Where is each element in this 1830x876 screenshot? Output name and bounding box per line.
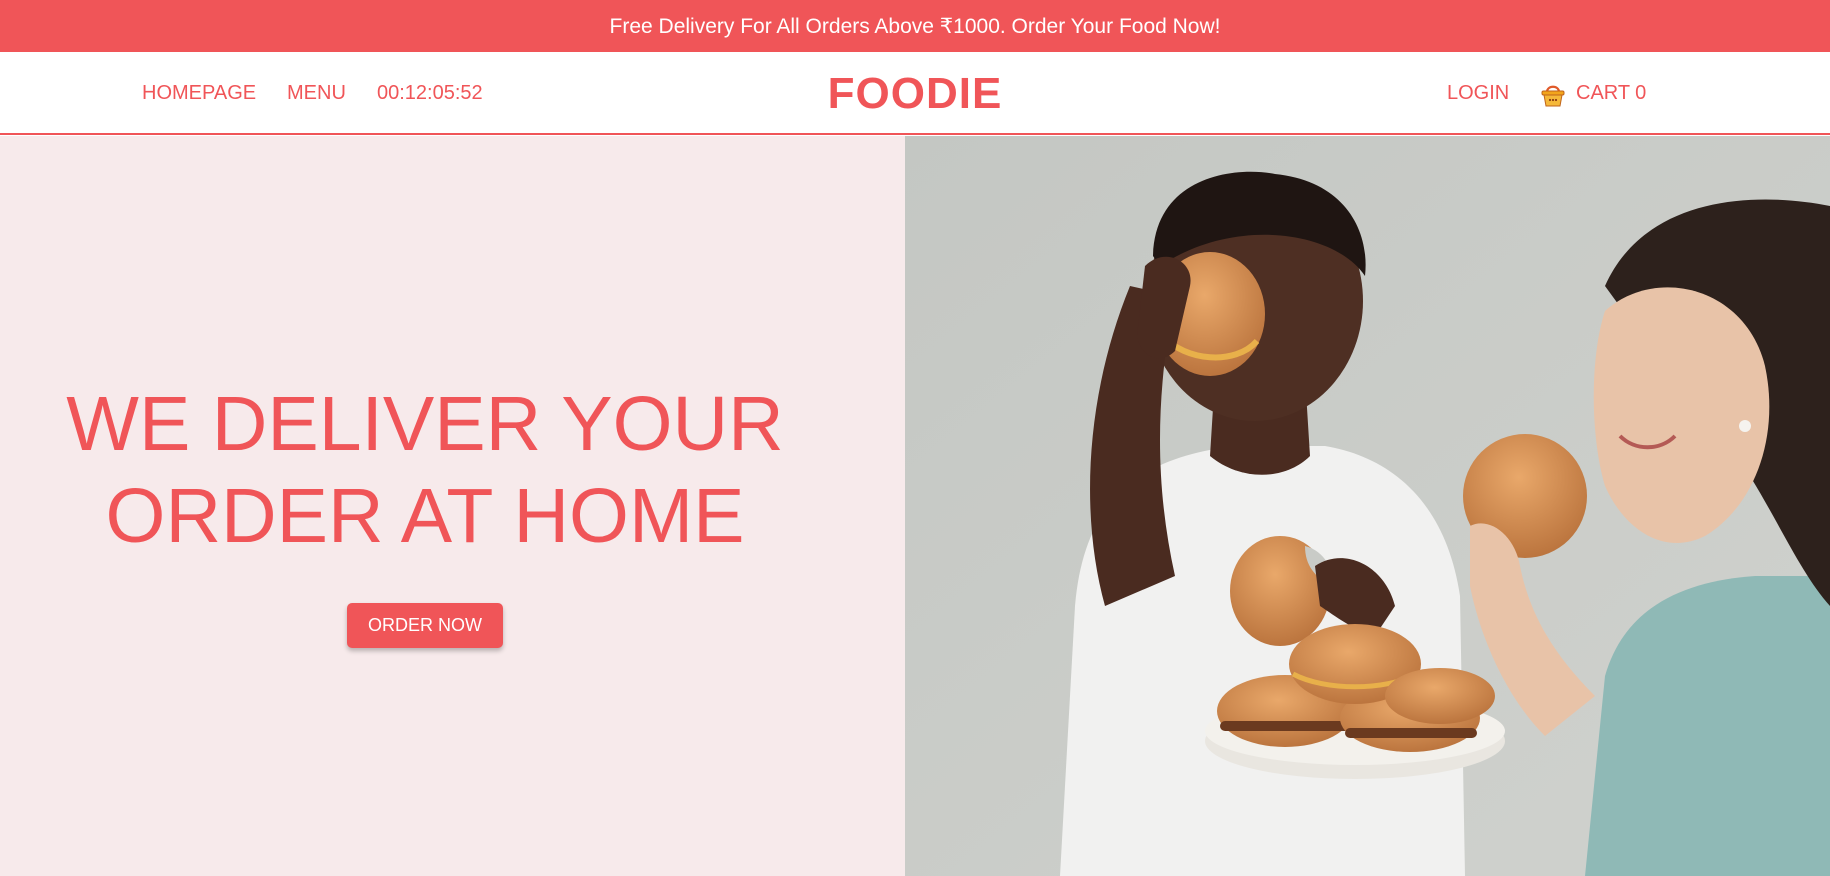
order-now-button[interactable]: ORDER NOW <box>347 603 503 648</box>
hero-image <box>905 136 1830 876</box>
navbar: HOMEPAGE MENU 00:12:05:52 FOODIE LOGIN C… <box>0 52 1830 135</box>
cart-count: 0 <box>1635 82 1647 104</box>
countdown-timer: 00:12:05:52 <box>377 82 483 104</box>
nav-link-menu[interactable]: MENU <box>287 52 346 135</box>
cart-button[interactable]: CART 0 <box>1540 52 1646 135</box>
promo-text: Free Delivery For All Orders Above ₹1000… <box>609 14 1221 38</box>
promo-bar: Free Delivery For All Orders Above ₹1000… <box>0 0 1830 52</box>
hero-section: WE DELIVER YOUR ORDER AT HOME ORDER NOW <box>0 136 905 876</box>
nav-link-login[interactable]: LOGIN <box>1447 52 1509 135</box>
nav-link-homepage[interactable]: HOMEPAGE <box>142 52 256 135</box>
shopping-basket-icon <box>1540 80 1566 108</box>
hero-title-line-1: WE DELIVER YOUR <box>66 381 784 467</box>
cart-label: CART <box>1576 82 1631 104</box>
brand-logo[interactable]: FOODIE <box>828 69 1003 119</box>
hero-title-line-2: ORDER AT HOME <box>105 473 745 559</box>
hero-title: WE DELIVER YOUR ORDER AT HOME <box>0 378 850 562</box>
